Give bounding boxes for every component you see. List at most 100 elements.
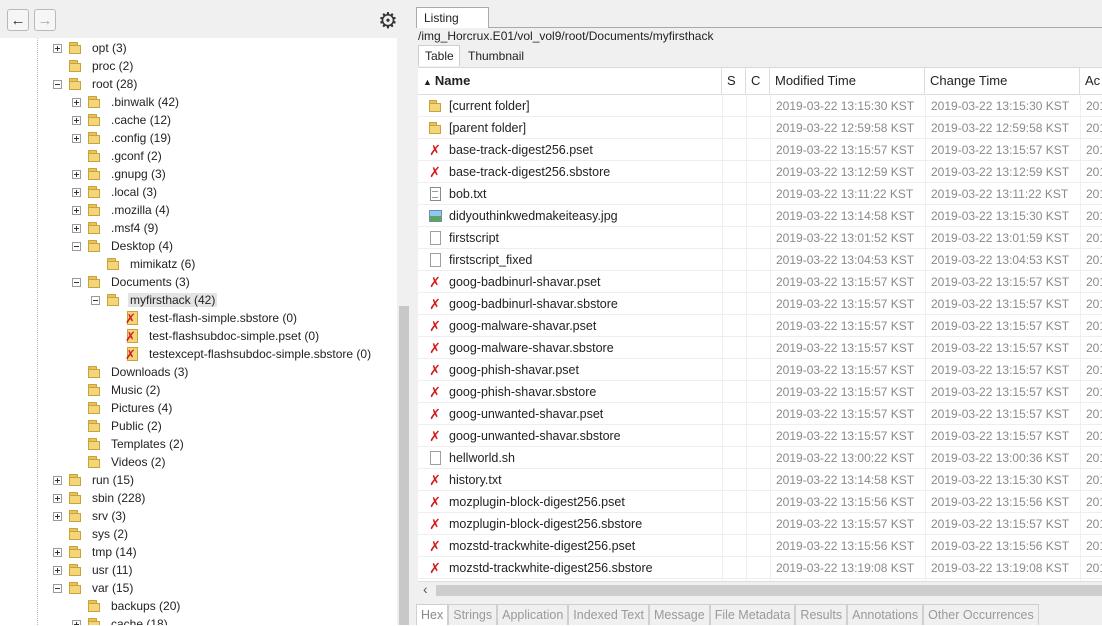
tree-node[interactable]: Templates (2)	[72, 435, 186, 453]
table-row[interactable]: ✗ goog-badbinurl-shavar.pset 2019-03-22 13…	[418, 271, 1102, 293]
tree-node[interactable]: tmp (14)	[53, 543, 139, 561]
tree-node[interactable]: cache (18)	[72, 615, 170, 625]
deleted-file-icon: ✗	[429, 274, 441, 290]
tree-node[interactable]: Public (2)	[72, 417, 164, 435]
tree-node[interactable]: .gnupg (3)	[72, 165, 168, 183]
tab-indexed-text[interactable]: Indexed Text	[568, 604, 649, 625]
tree-node[interactable]: root (28)	[53, 75, 139, 93]
tree-node[interactable]: .cache (12)	[72, 111, 173, 129]
tree-node[interactable]: .config (19)	[72, 129, 173, 147]
tree-node[interactable]: Downloads (3)	[72, 363, 190, 381]
tab-file-metadata[interactable]: File Metadata	[709, 604, 796, 625]
table-row[interactable]: bob.txt 2019-03-22 13:11:22 KST 2019-03-22…	[418, 183, 1102, 205]
table-row[interactable]: firstscript_fixed 2019-03-22 13:04:53 KST…	[418, 249, 1102, 271]
table-row[interactable]: ✗ base-track-digest256.pset 2019-03-22 13:…	[418, 139, 1102, 161]
expand-icon[interactable]	[72, 223, 81, 233]
table-row[interactable]: ✗ goog-unwanted-shavar.sbstore 2019-03-22 …	[418, 425, 1102, 447]
collapse-icon[interactable]	[91, 295, 100, 305]
tree-node[interactable]: ✗ testexcept-flashsubdoc-simple.sbstore (…	[110, 345, 373, 363]
table-row[interactable]: ✗ goog-badbinurl-shavar.sbstore 2019-03-22…	[418, 293, 1102, 315]
horizontal-scrollbar-thumb[interactable]	[436, 585, 1102, 596]
expand-icon[interactable]	[53, 511, 62, 521]
tree-node[interactable]: Documents (3)	[72, 273, 192, 291]
table-row[interactable]: ✗ base-track-digest256.sbstore 2019-03-22 …	[418, 161, 1102, 183]
tree-node[interactable]: ✗ test-flashsubdoc-simple.pset (0)	[110, 327, 321, 345]
tree-node[interactable]: myfirsthack (42)	[91, 291, 218, 309]
tree-node[interactable]: opt (3)	[53, 39, 129, 57]
table-row[interactable]: ✗ goog-malware-shavar.pset 2019-03-22 13:1…	[418, 315, 1102, 337]
tree-node[interactable]: .mozilla (4)	[72, 201, 172, 219]
tree-node[interactable]: Videos (2)	[72, 453, 167, 471]
tree-node[interactable]: sys (2)	[53, 525, 130, 543]
tree-scrollbar-thumb[interactable]	[399, 306, 409, 625]
collapse-icon[interactable]	[72, 277, 81, 287]
tab-table[interactable]: Table	[418, 45, 460, 66]
expand-icon[interactable]	[72, 133, 81, 143]
back-button[interactable]: ←	[7, 9, 29, 31]
tree-node[interactable]: srv (3)	[53, 507, 128, 525]
tree-node[interactable]: .local (3)	[72, 183, 159, 201]
column-header-modified-time[interactable]: Modified Time	[770, 68, 925, 94]
tree-node[interactable]: usr (11)	[53, 561, 134, 579]
tab-strings[interactable]: Strings	[448, 604, 498, 625]
expand-icon[interactable]	[72, 115, 81, 125]
tree-node[interactable]: var (15)	[53, 579, 135, 597]
tab-hex[interactable]: Hex	[416, 604, 449, 625]
expand-icon[interactable]	[72, 205, 81, 215]
column-header-change-time[interactable]: Change Time	[925, 68, 1080, 94]
table-row[interactable]: ✗ mozplugin-block-digest256.sbstore 2019-0…	[418, 513, 1102, 535]
tree-node[interactable]: ✗ test-flash-simple.sbstore (0)	[110, 309, 299, 327]
expand-icon[interactable]	[72, 169, 81, 179]
table-row[interactable]: ✗ goog-unwanted-shavar.pset 2019-03-22 13:…	[418, 403, 1102, 425]
table-horizontal-scrollbar[interactable]: ‹	[418, 581, 1102, 599]
tab-annotations[interactable]: Annotations	[847, 604, 924, 625]
table-row[interactable]: hellworld.sh 2019-03-22 13:00:22 KST 2019-…	[418, 447, 1102, 469]
expand-icon[interactable]	[53, 547, 62, 557]
table-row[interactable]: ✗ goog-phish-shavar.pset 2019-03-22 13:15:…	[418, 359, 1102, 381]
expand-icon[interactable]	[72, 97, 81, 107]
tree-node[interactable]: Music (2)	[72, 381, 162, 399]
tree-node[interactable]: mimikatz (6)	[91, 255, 197, 273]
tree-node[interactable]: backups (20)	[72, 597, 182, 615]
expand-icon[interactable]	[53, 493, 62, 503]
expand-icon[interactable]	[53, 565, 62, 575]
tree-node[interactable]: .gconf (2)	[72, 147, 164, 165]
collapse-icon[interactable]	[53, 79, 62, 89]
scroll-left-icon[interactable]: ‹	[423, 581, 428, 597]
tree-node[interactable]: run (15)	[53, 471, 136, 489]
tab-application[interactable]: Application	[497, 604, 569, 625]
column-header-name[interactable]: ▲ Name	[418, 68, 722, 94]
table-row[interactable]: [parent folder] 2019-03-22 12:59:58 KST 20…	[418, 117, 1102, 139]
settings-button[interactable]: ⚙	[377, 10, 399, 32]
file-name: goog-badbinurl-shavar.sbstore	[449, 297, 618, 311]
column-header-c[interactable]: C	[746, 68, 770, 94]
table-row[interactable]: didyouthinkwedmakeiteasy.jpg 2019-03-22 1…	[418, 205, 1102, 227]
tree-node[interactable]: sbin (228)	[53, 489, 147, 507]
expand-icon[interactable]	[72, 619, 81, 625]
table-row[interactable]: ✗ mozstd-trackwhite-digest256.sbstore 2019…	[418, 557, 1102, 579]
expand-icon[interactable]	[53, 475, 62, 485]
expand-icon[interactable]	[72, 187, 81, 197]
collapse-icon[interactable]	[72, 241, 81, 251]
table-row[interactable]: ✗ goog-phish-shavar.sbstore 2019-03-22 13:…	[418, 381, 1102, 403]
expand-icon[interactable]	[53, 43, 62, 53]
table-row[interactable]: ✗ history.txt 2019-03-22 13:14:58 KST 2019-…	[418, 469, 1102, 491]
tree-node[interactable]: .binwalk (42)	[72, 93, 181, 111]
tree-node[interactable]: Desktop (4)	[72, 237, 175, 255]
table-row[interactable]: [current folder] 2019-03-22 13:15:30 KST 2…	[418, 95, 1102, 117]
tab-other-occurrences[interactable]: Other Occurrences	[923, 604, 1039, 625]
table-row[interactable]: ✗ mozstd-trackwhite-digest256.pset 2019-03…	[418, 535, 1102, 557]
table-row[interactable]: ✗ goog-malware-shavar.sbstore 2019-03-22 1…	[418, 337, 1102, 359]
tab-message[interactable]: Message	[648, 604, 710, 625]
tree-node[interactable]: .msf4 (9)	[72, 219, 160, 237]
forward-button[interactable]: →	[34, 9, 56, 31]
tree-node[interactable]: proc (2)	[53, 57, 135, 75]
tree-node[interactable]: Pictures (4)	[72, 399, 174, 417]
column-header-s[interactable]: S	[722, 68, 746, 94]
table-row[interactable]: firstscript 2019-03-22 13:01:52 KST 2019-0…	[418, 227, 1102, 249]
collapse-icon[interactable]	[53, 583, 62, 593]
column-header-access-time[interactable]: Ac	[1080, 68, 1102, 94]
tab-listing[interactable]: Listing	[416, 7, 489, 28]
table-row[interactable]: ✗ mozplugin-block-digest256.pset 2019-03-2…	[418, 491, 1102, 513]
tab-results[interactable]: Results	[795, 604, 848, 625]
